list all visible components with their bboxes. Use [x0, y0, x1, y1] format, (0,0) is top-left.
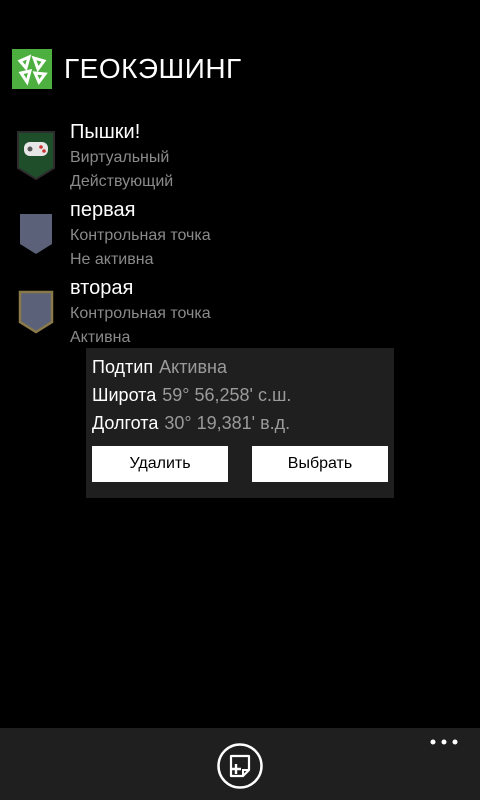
list-item-text: вторая Контрольная точка Активна — [70, 274, 211, 350]
list-item-status: Активна — [70, 329, 131, 346]
longitude-row: Долгота 30° 19,381' в.д. — [92, 410, 290, 436]
list-item-text: первая Контрольная точка Не активна — [70, 196, 211, 272]
waypoint-details-popup: Подтип Активна Широта 59° 56,258' с.ш. Дол… — [86, 348, 394, 498]
page-title: ГЕОКЭШИНГ — [64, 53, 242, 84]
app-header: ГЕОКЭШИНГ — [12, 48, 242, 90]
list-item-title: первая — [70, 199, 136, 221]
list-item[interactable]: Пышки! Виртуальный Действующий — [0, 118, 480, 196]
list-item-status: Не активна — [70, 251, 154, 268]
list-item-title: вторая — [70, 277, 134, 299]
app-bar — [0, 728, 480, 800]
list-item-text: Пышки! Виртуальный Действующий — [70, 118, 173, 194]
list-item-type: Контрольная точка — [70, 305, 211, 322]
latitude-row: Широта 59° 56,258' с.ш. — [92, 382, 291, 408]
select-button[interactable]: Выбрать — [252, 446, 388, 482]
subtype-label: Подтип — [92, 357, 154, 377]
list-item-title: Пышки! — [70, 121, 141, 143]
latitude-value: 59° 56,258' с.ш. — [162, 385, 292, 405]
list-item-status: Действующий — [70, 173, 174, 190]
list-item-type: Виртуальный — [70, 149, 170, 166]
more-dots-icon[interactable] — [426, 730, 462, 754]
gamepad-marker-icon — [16, 130, 56, 181]
longitude-value: 30° 19,381' в.д. — [164, 413, 291, 433]
delete-button[interactable]: Удалить — [92, 446, 228, 482]
subtype-value: Активна — [159, 357, 228, 377]
waypoint-marker-active-icon — [16, 286, 56, 336]
longitude-label: Долгота — [92, 413, 159, 433]
list-item[interactable]: первая Контрольная точка Не активна — [0, 196, 480, 274]
add-waypoint-icon[interactable] — [216, 742, 264, 790]
list-item[interactable]: вторая Контрольная точка Активна — [0, 274, 480, 352]
waypoint-list: Пышки! Виртуальный Действующий первая Ко… — [0, 118, 480, 352]
list-item-type: Контрольная точка — [70, 227, 211, 244]
latitude-label: Широта — [92, 385, 157, 405]
waypoint-marker-icon — [16, 208, 56, 258]
geocaching-logo-icon — [12, 49, 52, 89]
subtype-row: Подтип Активна — [92, 354, 227, 380]
